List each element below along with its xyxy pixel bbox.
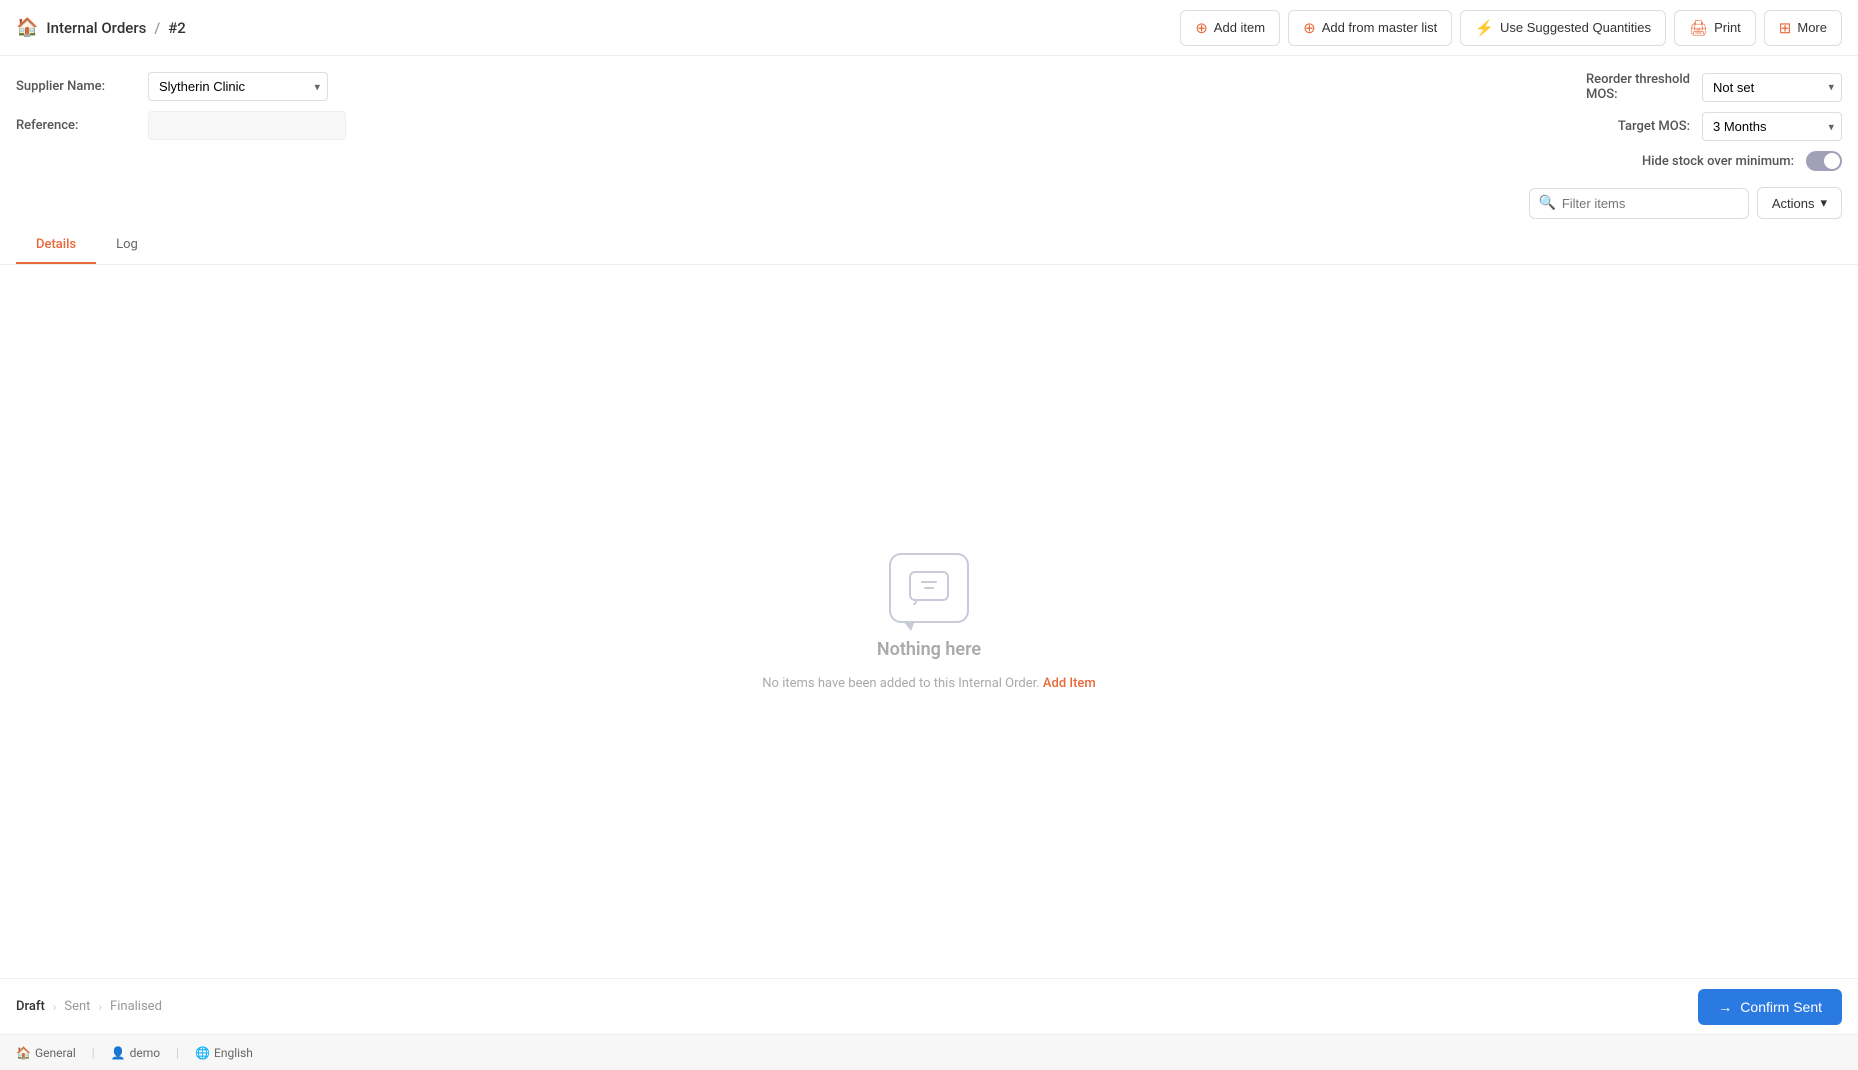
tab-details[interactable]: Details xyxy=(16,227,96,264)
main-content: Nothing here No items have been added to… xyxy=(0,265,1858,978)
right-panel: Reorder threshold MOS: Not set ▾ Target … xyxy=(1586,72,1842,171)
filter-input[interactable] xyxy=(1529,188,1749,219)
language-label: English xyxy=(214,1046,253,1060)
print-icon: 🖨 xyxy=(1689,19,1708,37)
form-area: Supplier Name: Slytherin Clinic ▾ Refere… xyxy=(0,56,1858,179)
bottom-general: 🏠 General xyxy=(16,1046,76,1060)
add-from-master-button[interactable]: ⊕ Add from master list xyxy=(1288,10,1452,46)
breadcrumb-separator: / xyxy=(154,19,160,37)
hide-stock-label: Hide stock over minimum: xyxy=(1642,154,1794,169)
status-breadcrumb: Draft › Sent › Finalised xyxy=(16,999,162,1014)
add-item-icon: ⊕ xyxy=(1195,19,1208,37)
supplier-select[interactable]: Slytherin Clinic xyxy=(148,72,328,101)
add-item-label: Add item xyxy=(1214,20,1265,35)
bottom-user: 👤 demo xyxy=(111,1046,160,1060)
tabs: Details Log xyxy=(0,227,1858,265)
status-sep-2: › xyxy=(98,1000,102,1014)
header-actions: ⊕ Add item ⊕ Add from master list ⚡ Use … xyxy=(1180,10,1842,46)
bottom-sep-1: | xyxy=(92,1046,95,1060)
user-icon: 👤 xyxy=(111,1046,126,1060)
search-icon: 🔍 xyxy=(1539,195,1556,211)
user-label: demo xyxy=(130,1046,161,1060)
actions-chevron-icon: ▾ xyxy=(1820,195,1827,211)
empty-description: No items have been added to this Interna… xyxy=(762,676,1095,691)
breadcrumb: 🏠 Internal Orders / #2 xyxy=(16,17,186,38)
tab-log[interactable]: Log xyxy=(96,227,158,264)
bottom-bar: 🏠 General | 👤 demo | 🌐 English xyxy=(0,1034,1858,1070)
breadcrumb-parent[interactable]: Internal Orders xyxy=(46,19,146,37)
supplier-select-wrapper: Slytherin Clinic ▾ xyxy=(148,72,328,101)
confirm-sent-label: Confirm Sent xyxy=(1740,999,1822,1015)
toggle-knob xyxy=(1824,153,1840,169)
use-suggested-label: Use Suggested Quantities xyxy=(1500,20,1651,35)
empty-title: Nothing here xyxy=(877,639,981,660)
supplier-row: Supplier Name: Slytherin Clinic ▾ xyxy=(16,72,346,101)
home-icon: 🏠 xyxy=(16,1046,31,1060)
empty-state-icon xyxy=(889,553,969,623)
status-sent: Sent xyxy=(64,999,90,1014)
add-item-button[interactable]: ⊕ Add item xyxy=(1180,10,1280,46)
add-from-master-icon: ⊕ xyxy=(1303,19,1316,37)
actions-button[interactable]: Actions ▾ xyxy=(1757,187,1842,219)
print-label: Print xyxy=(1714,20,1741,35)
general-label: General xyxy=(35,1046,76,1060)
form-left: Supplier Name: Slytherin Clinic ▾ Refere… xyxy=(16,72,346,140)
target-mos-label: Target MOS: xyxy=(1618,119,1690,134)
status-draft: Draft xyxy=(16,999,45,1014)
reorder-label: Reorder threshold MOS: xyxy=(1586,72,1690,102)
page-footer: Draft › Sent › Finalised → Confirm Sent xyxy=(0,978,1858,1034)
confirm-arrow-icon: → xyxy=(1718,999,1732,1015)
use-suggested-icon: ⚡ xyxy=(1475,19,1494,37)
bottom-sep-2: | xyxy=(176,1046,179,1060)
status-sep-1: › xyxy=(53,1000,57,1014)
hide-stock-toggle[interactable] xyxy=(1806,151,1842,171)
internal-orders-icon: 🏠 xyxy=(16,17,38,38)
hide-stock-row: Hide stock over minimum: xyxy=(1642,151,1842,171)
target-mos-select-wrapper: 3 Months ▾ xyxy=(1702,112,1842,141)
reference-label: Reference: xyxy=(16,118,136,133)
more-button[interactable]: ⊞ More xyxy=(1764,10,1842,46)
add-from-master-label: Add from master list xyxy=(1322,20,1438,35)
breadcrumb-current: #2 xyxy=(168,19,186,37)
filter-input-wrapper: 🔍 xyxy=(1529,188,1749,219)
add-item-link[interactable]: Add Item xyxy=(1043,676,1096,691)
confirm-sent-button[interactable]: → Confirm Sent xyxy=(1698,989,1842,1025)
reorder-select[interactable]: Not set xyxy=(1702,73,1842,102)
target-mos-row: Target MOS: 3 Months ▾ xyxy=(1618,112,1842,141)
bottom-language: 🌐 English xyxy=(195,1046,253,1060)
print-button[interactable]: 🖨 Print xyxy=(1674,10,1756,46)
more-icon: ⊞ xyxy=(1779,19,1792,37)
reference-row: Reference: xyxy=(16,111,346,140)
supplier-label: Supplier Name: xyxy=(16,79,136,94)
more-label: More xyxy=(1797,20,1827,35)
use-suggested-button[interactable]: ⚡ Use Suggested Quantities xyxy=(1460,10,1666,46)
target-mos-select[interactable]: 3 Months xyxy=(1702,112,1842,141)
page-header: 🏠 Internal Orders / #2 ⊕ Add item ⊕ Add … xyxy=(0,0,1858,56)
language-icon: 🌐 xyxy=(195,1046,210,1060)
filter-bar: 🔍 Actions ▾ xyxy=(0,179,1858,227)
status-finalised: Finalised xyxy=(110,999,162,1014)
reorder-row: Reorder threshold MOS: Not set ▾ xyxy=(1586,72,1842,102)
reference-input[interactable] xyxy=(148,111,346,140)
reorder-select-wrapper: Not set ▾ xyxy=(1702,73,1842,102)
actions-label: Actions xyxy=(1772,196,1815,211)
